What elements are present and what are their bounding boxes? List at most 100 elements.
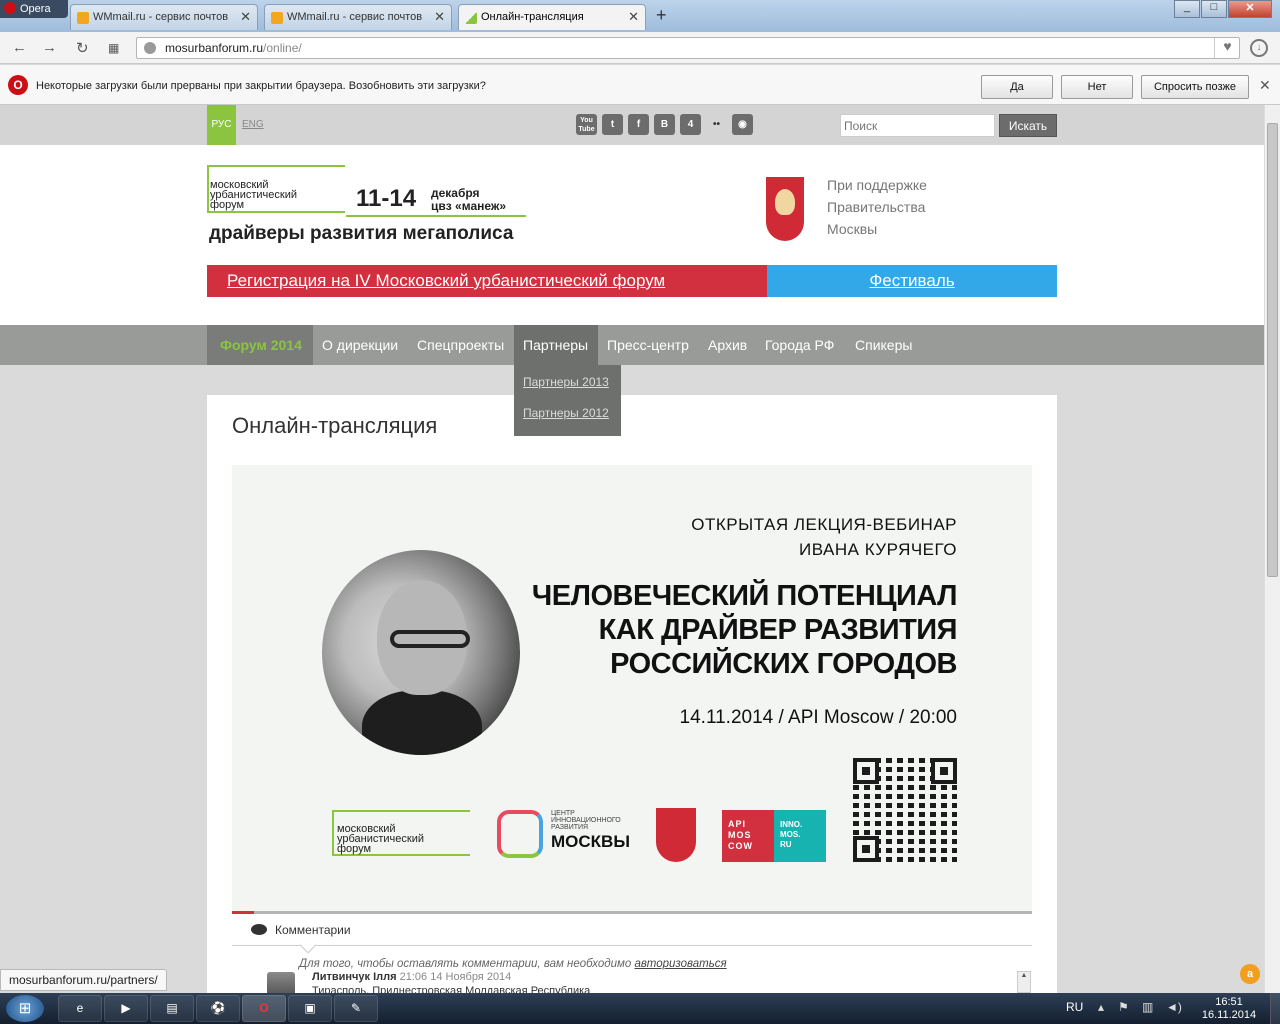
browser-tab-wmmail-1[interactable]: WMmail.ru - сервис почтов ✕: [70, 4, 258, 30]
forum-venue-line: цвз «манеж»: [431, 199, 507, 213]
site-search-button[interactable]: Искать: [999, 114, 1057, 137]
avast-icon[interactable]: a: [1240, 964, 1260, 984]
opera-menu-button[interactable]: Opera: [0, 0, 68, 18]
nav-item-special-projects[interactable]: Спецпроекты: [417, 325, 504, 365]
facebook-icon[interactable]: f: [628, 114, 649, 135]
clock-date: 16.11.2014: [1201, 1009, 1257, 1021]
api-logo-line: MOS: [728, 830, 752, 840]
content-card: Онлайн-трансляция ОТКРЫТАЯ ЛЕКЦИЯ-ВЕБИНА…: [207, 395, 1057, 993]
browser-tab-online[interactable]: Онлайн-трансляция ✕: [458, 4, 646, 30]
comments-bubble-icon: [251, 924, 267, 935]
infobar-no-button[interactable]: Нет: [1061, 75, 1133, 99]
window-close-button[interactable]: ✕: [1228, 0, 1272, 18]
nav-item-cities[interactable]: Города РФ: [765, 325, 834, 365]
nav-item-forum-2014[interactable]: Форум 2014: [207, 325, 313, 365]
festival-banner-link[interactable]: Фестиваль: [767, 265, 1057, 297]
show-desktop-button[interactable]: [1270, 993, 1280, 1024]
webinar-subtitle: ОТКРЫТАЯ ЛЕКЦИЯ-ВЕБИНАР: [691, 515, 957, 534]
lang-rus-button[interactable]: РУС: [207, 105, 236, 145]
comments-tab-label: Комментарии: [275, 923, 351, 937]
volume-icon[interactable]: ◄): [1166, 1000, 1182, 1014]
api-moscow-logo: API MOS COW: [722, 810, 774, 862]
lang-eng-link[interactable]: ENG: [242, 119, 264, 130]
foursquare-icon[interactable]: 4: [680, 114, 701, 135]
tab-title: WMmail.ru - сервис почтов: [287, 11, 423, 23]
close-tab-icon[interactable]: ✕: [434, 9, 445, 25]
registration-banner-link[interactable]: Регистрация на IV Московский урбанистиче…: [207, 265, 767, 297]
windows-taskbar: ⊞ e ▶ ▤ ⚽ O ▣ ✎ RU ▴ ⚑ ▥ ◄) 16:51 16.11.…: [0, 993, 1280, 1024]
opera-icon[interactable]: O: [242, 995, 286, 1022]
forward-arrow-icon[interactable]: →: [42, 39, 57, 56]
comment-author: Литвинчук Ілля 21:06 14 Ноября 2014: [312, 971, 511, 983]
comment-time: 21:06 14 Ноября 2014: [399, 971, 512, 983]
forum-favicon-icon: [465, 12, 477, 24]
nav-item-archive[interactable]: Архив: [708, 325, 747, 365]
tab-title: Онлайн-трансляция: [481, 11, 584, 23]
tray-expand-icon[interactable]: ▴: [1098, 1000, 1104, 1014]
start-button[interactable]: ⊞: [6, 995, 44, 1022]
inno-logo-line: MOS.: [780, 830, 801, 839]
logo-divider: [346, 215, 526, 217]
nav-item-partners[interactable]: Партнеры: [514, 325, 598, 365]
explorer-folder-icon[interactable]: ▤: [150, 995, 194, 1022]
paint-app-icon[interactable]: ✎: [334, 995, 378, 1022]
minimize-button[interactable]: _: [1174, 0, 1200, 18]
instagram-icon[interactable]: ◉: [732, 114, 753, 135]
speed-dial-grid-icon[interactable]: ▦: [108, 41, 119, 55]
login-link[interactable]: авторизоваться: [635, 958, 727, 970]
infobar-close-icon[interactable]: ✕: [1259, 77, 1271, 94]
reload-icon[interactable]: ↻: [76, 39, 89, 57]
nav-item-press-center[interactable]: Пресс-центр: [607, 325, 689, 365]
maximize-button[interactable]: □: [1201, 0, 1227, 18]
keyboard-language-indicator[interactable]: RU: [1066, 1000, 1083, 1014]
support-line: Правительства: [827, 199, 926, 215]
url-input[interactable]: mosurbanforum.ru/online/: [136, 37, 1240, 59]
downloads-icon[interactable]: ↓: [1250, 39, 1268, 57]
soccer-app-icon[interactable]: ⚽: [196, 995, 240, 1022]
forum-logo-line: форум: [210, 199, 245, 211]
system-clock[interactable]: 16:51 16.11.2014: [1194, 996, 1264, 1022]
vkontakte-icon[interactable]: B: [654, 114, 675, 135]
flickr-icon[interactable]: ••: [706, 114, 727, 135]
media-player-icon[interactable]: ▶: [104, 995, 148, 1022]
action-center-icon[interactable]: ⚑: [1118, 1000, 1129, 1014]
support-line: При поддержке: [827, 177, 927, 193]
comments-tab[interactable]: Комментарии: [251, 923, 351, 937]
nav-item-about[interactable]: О дирекции: [322, 325, 398, 365]
scrollbar-thumb[interactable]: [1267, 123, 1278, 577]
submenu-partners-2012[interactable]: Партнеры 2012: [523, 406, 621, 420]
nav-item-speakers[interactable]: Спикеры: [855, 325, 912, 365]
site-top-strip: РУС ENG You Tube t f B 4 •• ◉ Искать: [0, 105, 1264, 145]
webinar-date: 14.11.2014 / API Moscow / 20:00: [679, 707, 957, 728]
close-tab-icon[interactable]: ✕: [240, 9, 251, 25]
infobar-yes-button[interactable]: Да: [981, 75, 1053, 99]
infobar-later-button[interactable]: Спросить позже: [1141, 75, 1249, 99]
forum-logo-line: форум: [337, 843, 372, 855]
opera-logo-icon: O: [8, 75, 28, 95]
comments-scroll-up-button[interactable]: ▲: [1017, 971, 1031, 993]
bookmark-heart-icon[interactable]: ♥: [1214, 38, 1240, 58]
browser-tab-wmmail-2[interactable]: WMmail.ru - сервис почтов ✕: [264, 4, 452, 30]
page-scrollbar[interactable]: [1264, 105, 1280, 993]
speaker-sweater: [362, 690, 482, 755]
internet-explorer-icon[interactable]: e: [58, 995, 102, 1022]
submenu-partners-2013[interactable]: Партнеры 2013: [523, 375, 621, 389]
moscow-coat-of-arms-icon: [656, 808, 696, 862]
forum-dates: 11-14: [356, 185, 417, 212]
site-search-input[interactable]: [840, 114, 995, 137]
forum-logo[interactable]: московский урбанистический форум: [210, 180, 350, 211]
film-app-icon[interactable]: ▣: [288, 995, 332, 1022]
wmmail-favicon-icon: [271, 12, 283, 24]
webinar-banner-image[interactable]: ОТКРЫТАЯ ЛЕКЦИЯ-ВЕБИНАР ИВАНА КУРЯЧЕГО Ч…: [232, 465, 1032, 913]
twitter-icon[interactable]: t: [602, 114, 623, 135]
site-info-icon[interactable]: [144, 42, 156, 54]
network-icon[interactable]: ▥: [1142, 1000, 1153, 1014]
speaker-glasses: [390, 630, 470, 648]
speaker-photo: [322, 550, 520, 755]
comment-author-name: Литвинчук Ілля: [312, 971, 397, 983]
close-tab-icon[interactable]: ✕: [628, 9, 639, 25]
new-tab-button[interactable]: +: [656, 5, 667, 26]
youtube-icon[interactable]: You Tube: [576, 114, 597, 135]
comment-text: Тирасполь, Приднестровская Молдавская Ре…: [312, 985, 591, 993]
back-arrow-icon[interactable]: ←: [12, 39, 27, 56]
